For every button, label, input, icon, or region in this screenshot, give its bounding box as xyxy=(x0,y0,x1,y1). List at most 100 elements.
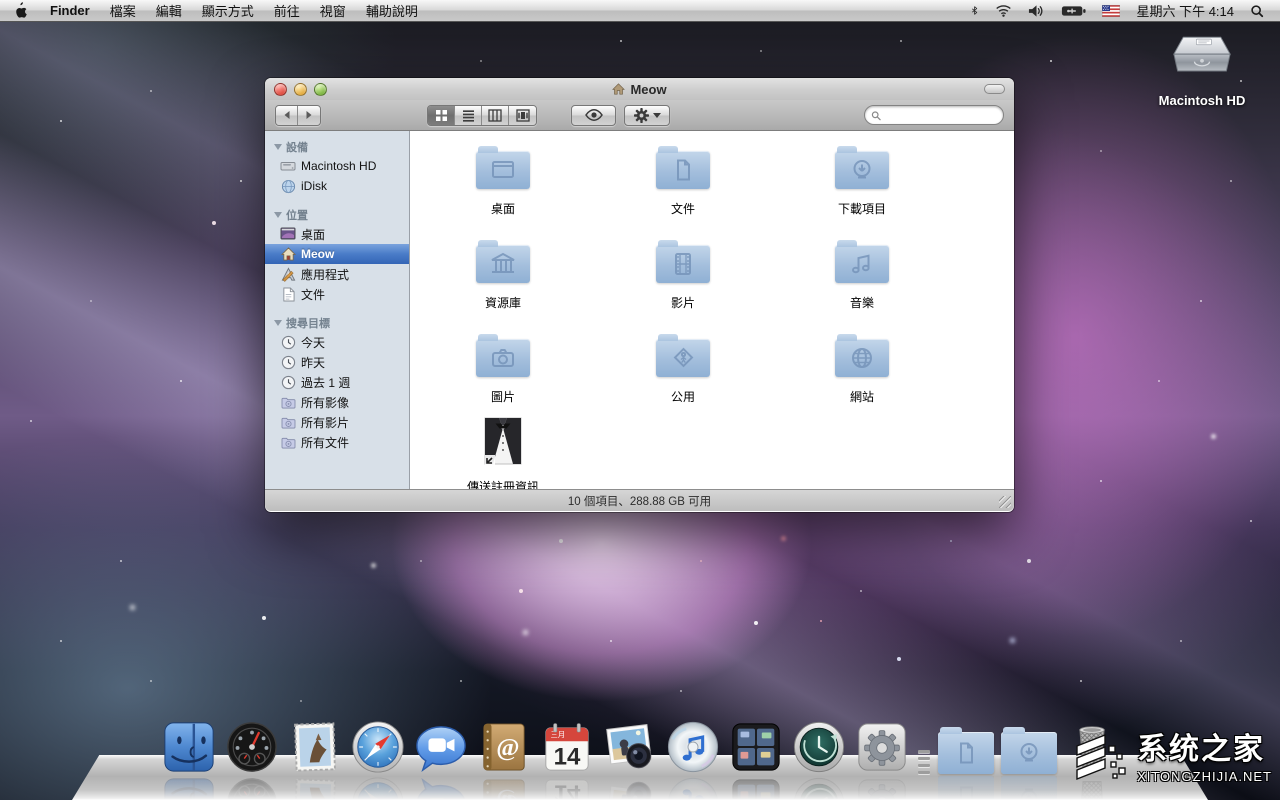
sidebar-item-label: 今天 xyxy=(301,334,325,351)
documents-folder-icon xyxy=(938,732,994,774)
spaces-icon xyxy=(729,720,783,774)
quick-look-eye-icon xyxy=(585,109,603,121)
view-list-button[interactable] xyxy=(455,106,482,125)
sidebar-item-yesterday[interactable]: 昨天 xyxy=(265,352,409,372)
battery-menu-extra[interactable] xyxy=(1055,0,1092,21)
bluetooth-menu-extra[interactable] xyxy=(964,0,985,21)
dock-item-time-machine[interactable] xyxy=(791,718,847,774)
close-button[interactable] xyxy=(274,83,287,96)
folder-item-desktop[interactable]: 桌面 xyxy=(428,145,578,217)
sidebar-item-past-week[interactable]: 過去 1 週 xyxy=(265,372,409,392)
downloads-folder-icon xyxy=(1001,732,1057,774)
desktop: Finder 檔案 編輯 顯示方式 前往 視窗 輔助說明 星期六 xyxy=(0,0,1280,800)
sidebar-item-applications[interactable]: 應用程式 xyxy=(265,264,409,284)
sidebar-item-all-images[interactable]: 所有影像 xyxy=(265,392,409,412)
dock-item-spaces[interactable] xyxy=(728,718,784,774)
menu-file[interactable]: 檔案 xyxy=(100,0,146,21)
menu-view[interactable]: 顯示方式 xyxy=(192,0,264,21)
dock-item-safari[interactable] xyxy=(350,718,406,774)
search-field[interactable] xyxy=(864,105,1004,125)
folder-item-documents[interactable]: 文件 xyxy=(608,145,758,217)
sidebar-item-label: 昨天 xyxy=(301,354,325,371)
desktop-icon-macintosh-hd[interactable]: Macintosh HD xyxy=(1154,26,1250,108)
menu-go[interactable]: 前往 xyxy=(264,0,310,21)
menu-window[interactable]: 視窗 xyxy=(310,0,356,21)
minimize-button[interactable] xyxy=(294,83,307,96)
hide-toolbar-button[interactable] xyxy=(984,84,1005,94)
quick-look-button[interactable] xyxy=(571,105,616,126)
dock-item-system-preferences[interactable] xyxy=(854,718,910,774)
menu-finder[interactable]: Finder xyxy=(40,0,100,21)
folder-icon xyxy=(476,245,530,283)
spotlight-menu-extra[interactable] xyxy=(1244,0,1270,21)
tuxedo-alias-icon xyxy=(481,417,525,467)
search-input[interactable] xyxy=(885,108,997,122)
folder-item-pictures[interactable]: 圖片 xyxy=(428,333,578,405)
folder-item-movies[interactable]: 影片 xyxy=(608,239,758,311)
dock-item-itunes[interactable] xyxy=(665,718,721,774)
folder-label: 公用 xyxy=(671,388,695,405)
view-coverflow-button[interactable] xyxy=(509,106,536,125)
bluetooth-icon xyxy=(970,3,979,18)
action-menu-button[interactable] xyxy=(624,105,670,126)
menu-bar-clock[interactable]: 星期六 下午 4:14 xyxy=(1130,1,1240,20)
watermark-url: XITONGZHIJIA.NET xyxy=(1137,769,1272,784)
folder-label: 音樂 xyxy=(850,294,874,311)
view-icon-button[interactable] xyxy=(428,106,455,125)
back-button[interactable] xyxy=(276,106,298,125)
dock-item-dashboard[interactable] xyxy=(224,718,280,774)
folder-item-public[interactable]: 公用 xyxy=(608,333,758,405)
folder-label: 影片 xyxy=(671,294,695,311)
sidebar-section-devices[interactable]: 設備 xyxy=(265,138,409,156)
apple-menu[interactable] xyxy=(0,0,40,21)
dock-item-address-book[interactable]: @ xyxy=(476,718,532,774)
sidebar-item-label: Meow xyxy=(301,247,334,261)
folder-label: 文件 xyxy=(671,200,695,217)
sidebar-item-documents[interactable]: 文件 xyxy=(265,284,409,304)
folder-item-sites[interactable]: 網站 xyxy=(787,333,937,405)
window-titlebar[interactable]: Meow xyxy=(265,78,1014,100)
sidebar-item-label: 所有影片 xyxy=(301,414,349,431)
dock-item-documents-stack[interactable] xyxy=(938,718,994,774)
file-item-send-registration[interactable]: 傳送註冊資訊 xyxy=(428,417,578,489)
folder-item-music[interactable]: 音樂 xyxy=(787,239,937,311)
resize-grip[interactable] xyxy=(999,496,1011,508)
input-source-menu-extra[interactable] xyxy=(1096,0,1126,21)
dock-item-ichat[interactable] xyxy=(413,718,469,774)
column-view-icon xyxy=(488,109,502,122)
dock-item-finder[interactable] xyxy=(161,718,217,774)
idisk-globe-icon xyxy=(280,178,296,194)
wifi-menu-extra[interactable] xyxy=(989,0,1018,21)
sidebar-section-places[interactable]: 位置 xyxy=(265,206,409,224)
forward-button[interactable] xyxy=(298,106,320,125)
folder-label: 桌面 xyxy=(491,200,515,217)
menu-edit[interactable]: 編輯 xyxy=(146,0,192,21)
volume-menu-extra[interactable] xyxy=(1022,0,1051,21)
sidebar-item-today[interactable]: 今天 xyxy=(265,332,409,352)
sidebar-item-all-documents[interactable]: 所有文件 xyxy=(265,432,409,452)
disclosure-triangle-icon xyxy=(274,144,282,150)
zoom-button[interactable] xyxy=(314,83,327,96)
folder-item-downloads[interactable]: 下載項目 xyxy=(787,145,937,217)
watermark: 系统之家 XITONGZHIJIA.NET xyxy=(1069,722,1272,786)
menu-help[interactable]: 輔助說明 xyxy=(356,0,428,21)
sidebar-item-idisk[interactable]: iDisk xyxy=(265,176,409,196)
dock-item-iphoto[interactable] xyxy=(602,718,658,774)
applications-icon xyxy=(280,266,296,282)
finder-window: Meow xyxy=(265,78,1014,512)
spotlight-icon xyxy=(1250,4,1264,18)
sidebar-item-macintosh-hd[interactable]: Macintosh HD xyxy=(265,156,409,176)
dock-item-downloads-stack[interactable] xyxy=(1001,718,1057,774)
folder-item-library[interactable]: 資源庫 xyxy=(428,239,578,311)
sidebar-item-meow[interactable]: Meow xyxy=(265,244,409,264)
disclosure-triangle-icon xyxy=(274,212,282,218)
view-columns-button[interactable] xyxy=(482,106,509,125)
status-bar: 10 個項目、288.88 GB 可用 xyxy=(265,489,1014,511)
dock-item-ical[interactable]: 三月 14 xyxy=(539,718,595,774)
sidebar-section-search-for[interactable]: 搜尋目標 xyxy=(265,314,409,332)
dock-item-mail[interactable] xyxy=(287,718,343,774)
folder-icon xyxy=(656,151,710,189)
sidebar-item-all-movies[interactable]: 所有影片 xyxy=(265,412,409,432)
folder-contents: 桌面 文件 下載項目 資源庫 影片 xyxy=(410,131,1014,489)
sidebar-item-desktop[interactable]: 桌面 xyxy=(265,224,409,244)
